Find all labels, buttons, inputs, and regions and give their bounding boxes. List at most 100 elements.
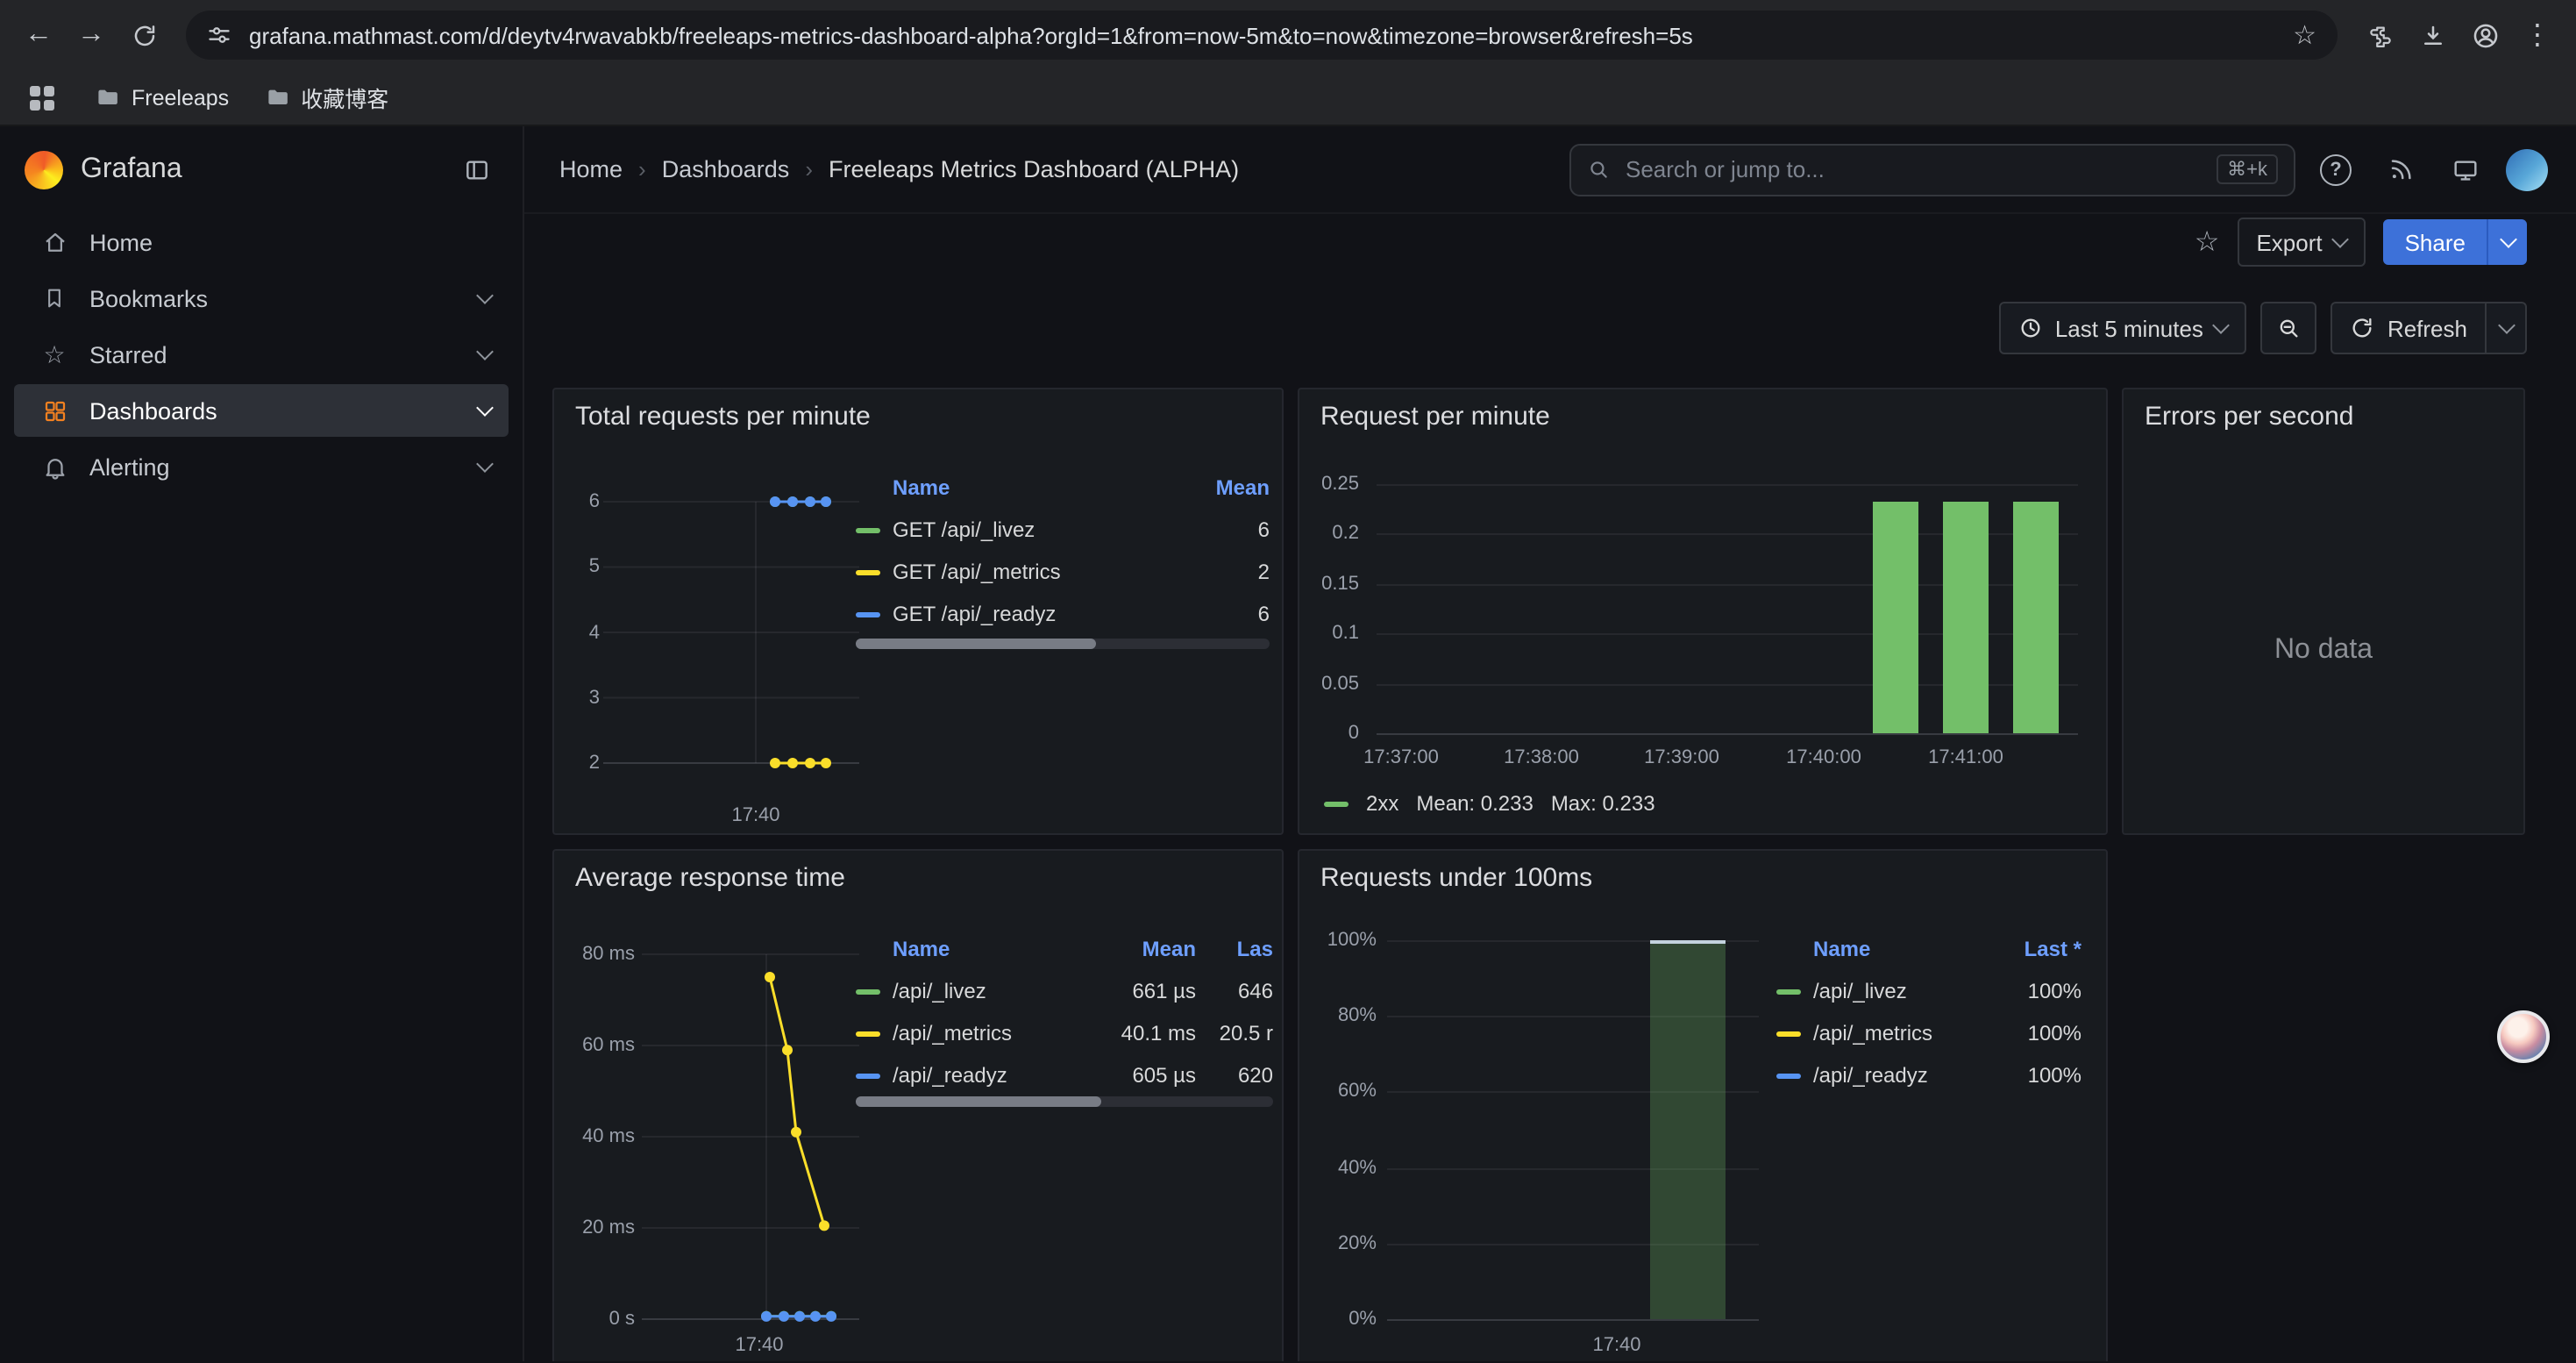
- share-menu-button[interactable]: [2487, 219, 2527, 265]
- scrollbar-thumb[interactable]: [856, 1096, 1101, 1107]
- legend-series-name[interactable]: GET /api/_livez: [893, 517, 1192, 542]
- sidebar-item-bookmarks[interactable]: Bookmarks: [14, 272, 509, 325]
- legend-series-name[interactable]: 2xx: [1366, 791, 1398, 816]
- chevron-down-icon[interactable]: [476, 455, 494, 473]
- legend-series-name[interactable]: /api/_livez: [1813, 979, 1990, 1003]
- panel-title[interactable]: Average response time: [575, 863, 845, 893]
- sidebar-collapse-button[interactable]: [452, 145, 502, 194]
- y-tick-label: 0 s: [561, 1309, 635, 1330]
- panel-title[interactable]: Errors per second: [2145, 402, 2353, 432]
- panel-errors-per-second: Errors per second No data: [2122, 388, 2525, 835]
- legend-header-last[interactable]: Las: [1196, 937, 1273, 961]
- y-tick-label: 0.05: [1306, 673, 1359, 694]
- legend-scrollbar[interactable]: [856, 639, 1270, 649]
- legend-scrollbar[interactable]: [856, 1096, 1273, 1107]
- legend-row: /api/_metrics 100%: [1776, 1012, 2081, 1054]
- legend-row: /api/_metrics 40.1 ms 20.5 r: [856, 1012, 1273, 1054]
- floating-chat-avatar[interactable]: [2497, 1010, 2550, 1063]
- news-button[interactable]: [2376, 145, 2425, 194]
- legend-header-name[interactable]: Name: [893, 937, 1094, 961]
- legend-series-name[interactable]: GET /api/_readyz: [893, 602, 1192, 626]
- legend-series-name[interactable]: /api/_readyz: [893, 1063, 1094, 1088]
- search-box[interactable]: ⌘+k: [1569, 143, 2295, 196]
- url-input[interactable]: [246, 20, 2279, 50]
- legend-row: /api/_readyz 605 µs 620: [856, 1054, 1273, 1096]
- extensions-button[interactable]: [2355, 11, 2404, 60]
- chevron-down-icon[interactable]: [476, 343, 494, 360]
- help-button[interactable]: ?: [2311, 145, 2360, 194]
- bar: [1943, 501, 1989, 733]
- panel-title[interactable]: Total requests per minute: [575, 402, 871, 432]
- legend-header-name[interactable]: Name: [1813, 937, 1990, 961]
- series-point: [794, 1311, 805, 1322]
- sidebar-item-dashboards[interactable]: Dashboards: [14, 384, 509, 437]
- reload-icon: [131, 22, 157, 48]
- legend-header-mean[interactable]: Mean: [1094, 937, 1196, 961]
- legend-series-name[interactable]: /api/_readyz: [1813, 1063, 1990, 1088]
- browser-menu-button[interactable]: ⋮: [2513, 11, 2562, 60]
- legend-header-row: Name Last *: [1776, 928, 2081, 970]
- grafana-logo[interactable]: [25, 150, 63, 189]
- bar-plot: [1387, 940, 1759, 1321]
- sidebar: Grafana Home Bookmarks: [0, 126, 524, 1361]
- site-settings-icon[interactable]: [207, 23, 231, 47]
- bookmark-label: 收藏博客: [301, 81, 388, 114]
- star-icon: ☆: [40, 340, 68, 368]
- sidebar-item-starred[interactable]: ☆ Starred: [14, 328, 509, 381]
- series-point: [821, 758, 831, 768]
- legend-row: /api/_livez 100%: [1776, 970, 2081, 1012]
- apps-button[interactable]: [25, 80, 60, 115]
- display-button[interactable]: [2441, 145, 2490, 194]
- home-icon: [40, 228, 68, 256]
- bar: [1650, 940, 1726, 1319]
- y-tick-label: 6: [554, 491, 600, 512]
- y-tick-label: 80%: [1306, 1005, 1377, 1026]
- bookmark-item-blogs[interactable]: 收藏博客: [264, 81, 388, 114]
- zoom-out-button[interactable]: [2261, 302, 2317, 354]
- profile-button[interactable]: [2460, 11, 2509, 60]
- chevron-down-icon[interactable]: [476, 399, 494, 417]
- downloads-button[interactable]: [2408, 11, 2457, 60]
- panel-title[interactable]: Request per minute: [1320, 402, 1550, 432]
- back-button[interactable]: ←: [14, 11, 63, 60]
- bookmark-star-icon[interactable]: ☆: [2293, 19, 2316, 51]
- sidebar-item-label: Dashboards: [89, 397, 217, 424]
- legend-series-name[interactable]: /api/_metrics: [893, 1021, 1094, 1045]
- reload-button[interactable]: [119, 11, 168, 60]
- breadcrumb-dashboards[interactable]: Dashboards: [662, 156, 790, 182]
- legend-mean: Mean: 0.233: [1416, 791, 1533, 816]
- x-tick-label: 17:39:00: [1644, 747, 1719, 768]
- legend-header-name[interactable]: Name: [893, 475, 1192, 500]
- panel-title[interactable]: Requests under 100ms: [1320, 863, 1592, 893]
- refresh-interval-button[interactable]: [2485, 303, 2525, 353]
- legend-series-mean: 2: [1192, 560, 1270, 584]
- legend-row: /api/_readyz 100%: [1776, 1054, 2081, 1096]
- breadcrumb-separator: ›: [638, 156, 646, 182]
- export-button[interactable]: Export: [2237, 218, 2366, 267]
- favorite-dashboard-button[interactable]: ☆: [2195, 225, 2220, 260]
- time-range-picker[interactable]: Last 5 minutes: [1999, 302, 2247, 354]
- no-data-message: No data: [2124, 635, 2523, 667]
- scrollbar-thumb[interactable]: [856, 639, 1096, 649]
- refresh-button[interactable]: Refresh: [2333, 303, 2485, 353]
- legend-series-name[interactable]: GET /api/_metrics: [893, 560, 1192, 584]
- legend-series-mean: 6: [1192, 602, 1270, 626]
- legend-header-last[interactable]: Last *: [1990, 937, 2081, 961]
- bell-icon: [40, 453, 68, 481]
- search-input[interactable]: [1622, 154, 2204, 184]
- sidebar-item-home[interactable]: Home: [14, 216, 509, 268]
- legend-header-mean[interactable]: Mean: [1192, 475, 1270, 500]
- grafana-app: Grafana Home Bookmarks: [0, 126, 2576, 1361]
- bookmark-item-freeleaps[interactable]: Freeleaps: [95, 84, 229, 111]
- omnibox[interactable]: ☆: [186, 11, 2338, 60]
- y-tick-label: 100%: [1306, 930, 1377, 951]
- user-avatar[interactable]: [2506, 148, 2548, 190]
- sidebar-item-alerting[interactable]: Alerting: [14, 440, 509, 493]
- breadcrumb-home[interactable]: Home: [559, 156, 623, 182]
- forward-button[interactable]: →: [67, 11, 116, 60]
- legend-series-name[interactable]: /api/_livez: [893, 979, 1094, 1003]
- legend-series-name[interactable]: /api/_metrics: [1813, 1021, 1990, 1045]
- share-button[interactable]: Share: [2384, 219, 2487, 265]
- time-controls-bar: Last 5 minutes Refresh: [524, 302, 2576, 354]
- chevron-down-icon[interactable]: [476, 287, 494, 304]
